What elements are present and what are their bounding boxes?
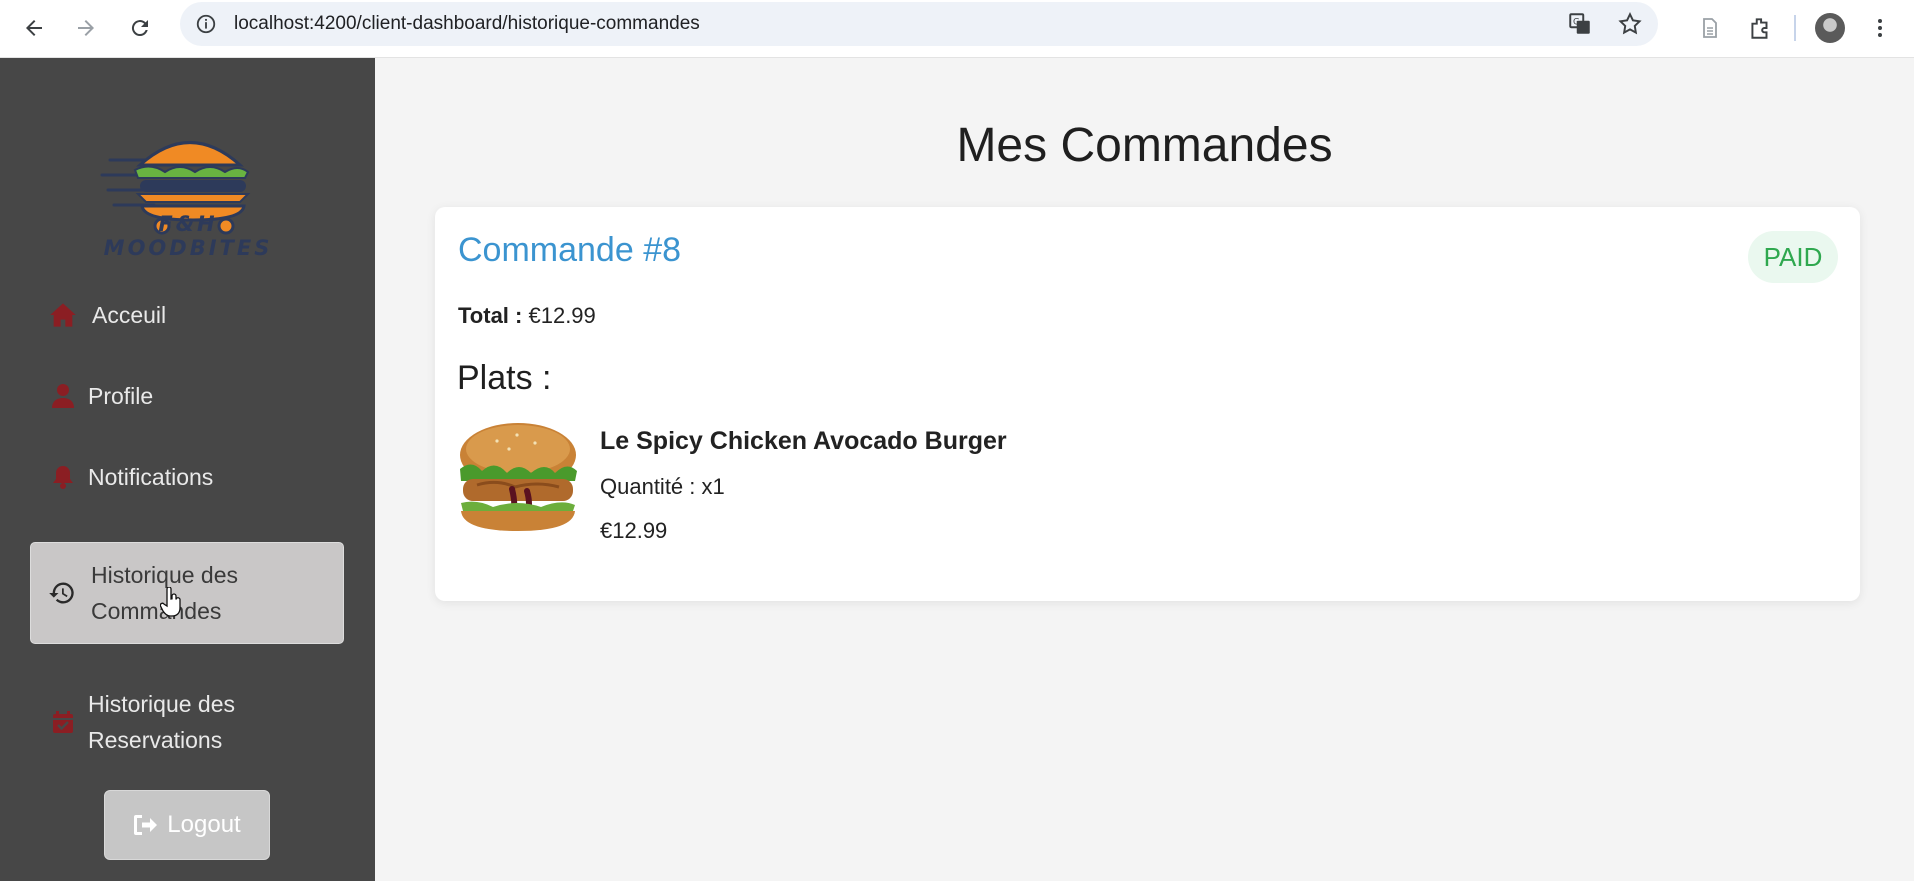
dish-price: €12.99 bbox=[600, 518, 668, 543]
order-card: Commande #8 PAID Total : €12.99 Plats : … bbox=[435, 207, 1860, 601]
sidebar-item-historique-reservations[interactable]: Historique des Reservations bbox=[30, 672, 344, 772]
status-badge: PAID bbox=[1748, 231, 1838, 283]
history-icon bbox=[47, 578, 77, 608]
translate-icon[interactable]: G bbox=[1566, 10, 1594, 38]
site-info-icon[interactable] bbox=[194, 12, 218, 36]
sign-out-icon bbox=[134, 815, 158, 835]
total-value: €12.99 bbox=[528, 303, 596, 328]
toolbar-divider bbox=[1794, 15, 1796, 41]
sidebar-item-label: Historique des Commandes bbox=[91, 562, 239, 624]
sidebar-item-label: Historique des Reservations bbox=[88, 691, 236, 753]
user-icon bbox=[48, 381, 78, 411]
dish-quantity: Quantité : x1 bbox=[600, 474, 725, 499]
sidebar-item-historique-commandes[interactable]: Historique des Commandes bbox=[30, 542, 344, 644]
bell-icon bbox=[48, 462, 78, 492]
order-total: Total : €12.99 bbox=[458, 303, 596, 329]
burger-image bbox=[460, 423, 577, 531]
hand-cursor-icon bbox=[160, 587, 181, 617]
sidebar-item-acceuil[interactable]: Acceuil bbox=[30, 290, 344, 340]
sidebar-item-label: Acceuil bbox=[92, 302, 167, 328]
avatar bbox=[1815, 13, 1845, 43]
calendar-check-icon bbox=[48, 707, 78, 737]
order-title: Commande #8 bbox=[458, 231, 682, 269]
back-button[interactable] bbox=[14, 8, 54, 48]
reload-icon bbox=[131, 20, 148, 37]
reload-button[interactable] bbox=[120, 8, 160, 48]
page-title: Mes Commandes bbox=[956, 119, 1333, 172]
url-text: localhost:4200/client-dashboard/historiq… bbox=[234, 13, 700, 34]
extensions-icon[interactable] bbox=[1744, 12, 1776, 44]
logout-button[interactable]: Logout bbox=[104, 790, 270, 860]
logout-label: Logout bbox=[167, 811, 241, 838]
sidebar: F&H MOODBITES Acceuil Profile Notificati… bbox=[0, 58, 375, 881]
arrow-right-icon bbox=[78, 20, 94, 36]
plats-heading: Plats : bbox=[457, 359, 552, 397]
arrow-left-icon bbox=[26, 20, 42, 36]
home-icon bbox=[48, 300, 78, 330]
address-bar[interactable]: localhost:4200/client-dashboard/historiq… bbox=[180, 2, 1658, 46]
sidebar-item-label: Profile bbox=[88, 383, 154, 409]
bookmark-star-icon[interactable] bbox=[1616, 10, 1644, 38]
dish-name: Le Spicy Chicken Avocado Burger bbox=[600, 427, 1007, 455]
total-label: Total : bbox=[458, 303, 523, 328]
sidebar-item-label: Notifications bbox=[88, 464, 214, 490]
svg-text:G: G bbox=[1573, 18, 1580, 28]
menu-kebab-icon[interactable] bbox=[1864, 12, 1896, 44]
logo-text: F&H MOODBITES bbox=[103, 212, 273, 260]
browser-toolbar: localhost:4200/client-dashboard/historiq… bbox=[0, 0, 1914, 58]
profile-avatar[interactable] bbox=[1814, 12, 1846, 44]
sidebar-item-notifications[interactable]: Notifications bbox=[30, 452, 344, 502]
forward-button[interactable] bbox=[66, 8, 106, 48]
sidebar-item-profile[interactable]: Profile bbox=[30, 371, 344, 421]
document-icon[interactable] bbox=[1694, 12, 1726, 44]
